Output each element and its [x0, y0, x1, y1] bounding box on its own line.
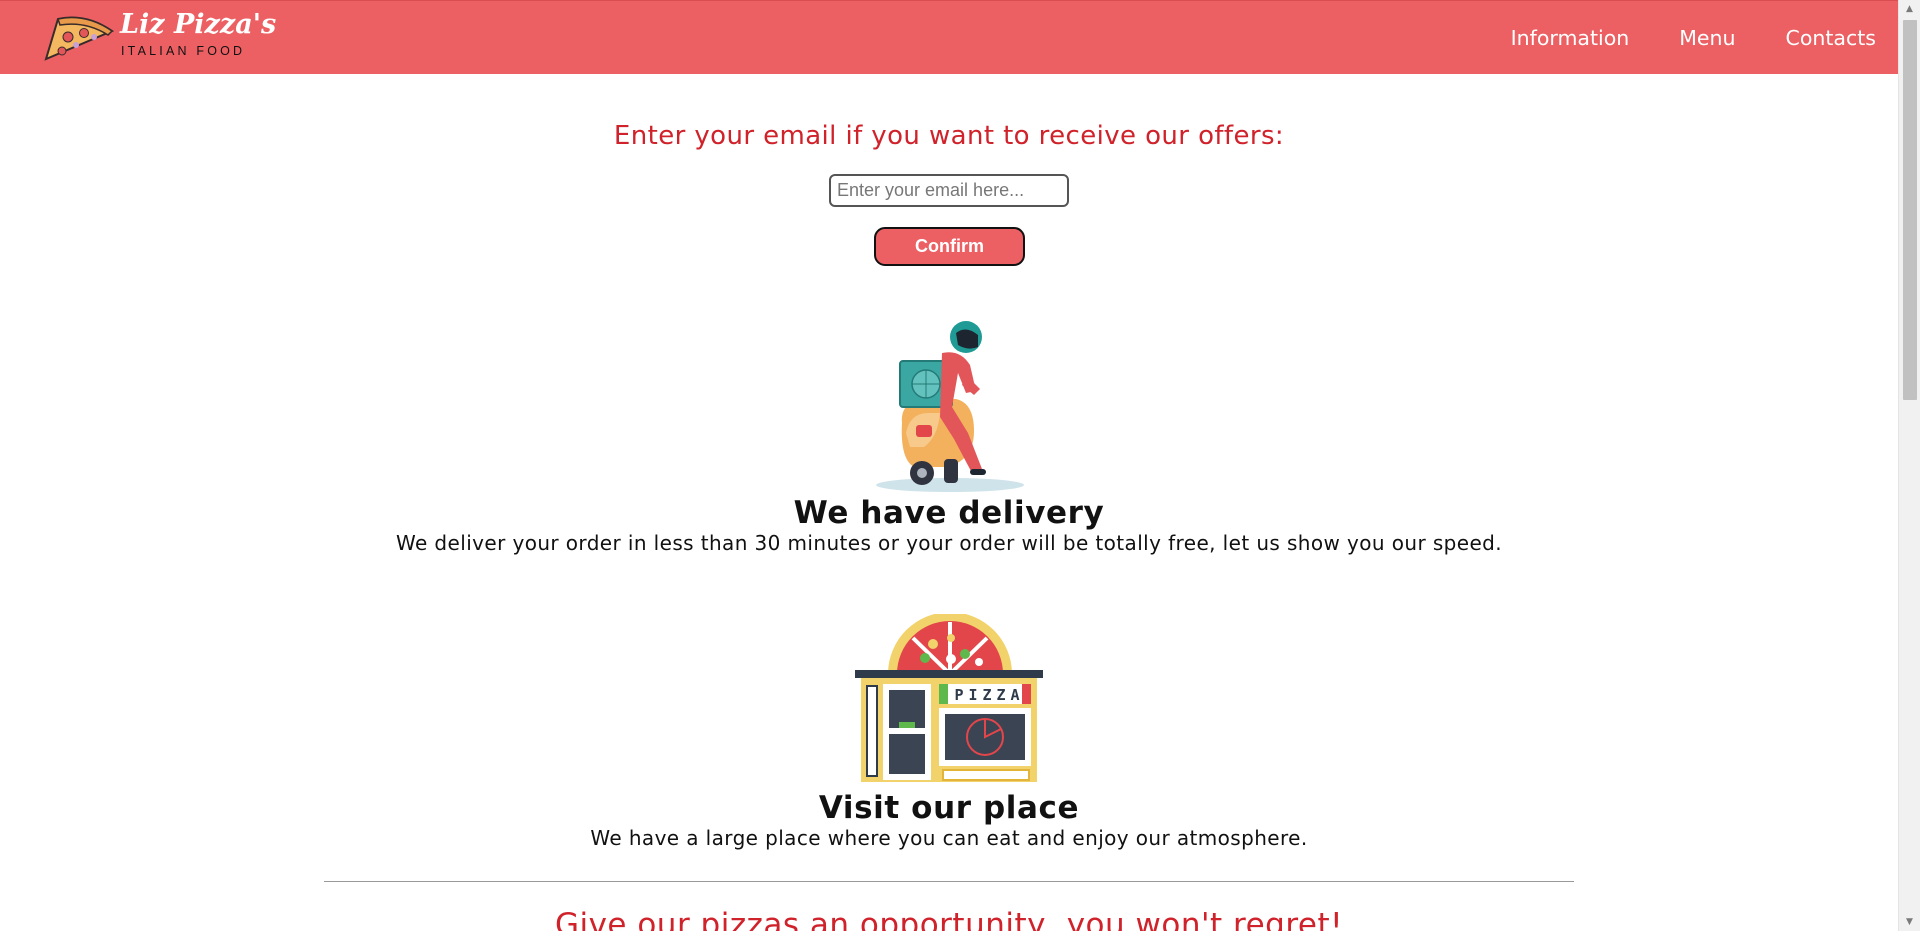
brand-logo[interactable]: Liz Pizza's ITALIAN FOOD — [42, 9, 276, 65]
email-input[interactable] — [829, 174, 1069, 207]
section-divider — [324, 881, 1574, 882]
main-nav: Information Menu Contacts — [1511, 1, 1876, 75]
place-title: Visit our place — [818, 790, 1080, 826]
page: Liz Pizza's ITALIAN FOOD Information Men… — [0, 0, 1898, 931]
confirm-button[interactable]: Confirm — [874, 227, 1025, 266]
sign-letter: A — [1010, 686, 1019, 704]
scroll-down-arrow-icon[interactable]: ▼ — [1899, 913, 1920, 931]
top-navigation-bar: Liz Pizza's ITALIAN FOOD Information Men… — [0, 0, 1898, 74]
nav-information-link[interactable]: Information — [1511, 26, 1630, 50]
offers-heading: Enter your email if you want to receive … — [613, 121, 1285, 151]
nav-menu-link[interactable]: Menu — [1679, 26, 1735, 50]
sign-letter: P — [954, 686, 963, 704]
logo-title: Liz Pizza's — [120, 9, 277, 40]
scrollbar-thumb[interactable] — [1903, 20, 1917, 400]
scroll-up-arrow-icon[interactable]: ▲ — [1899, 0, 1920, 18]
sign-letter: Z — [982, 686, 991, 704]
delivery-title: We have delivery — [793, 495, 1105, 531]
sign-letter: I — [968, 686, 977, 704]
pizzeria-storefront-illustration: P I Z Z A — [855, 614, 1043, 782]
delivery-text: We deliver your order in less than 30 mi… — [395, 531, 1503, 555]
sign-letter: Z — [996, 686, 1005, 704]
nav-contacts-link[interactable]: Contacts — [1786, 26, 1876, 50]
promo-heading: Give our pizzas an opportunity, you won'… — [554, 907, 1344, 931]
delivery-scooter-illustration — [876, 321, 1024, 492]
place-text: We have a large place where you can eat … — [590, 826, 1308, 850]
vertical-scrollbar[interactable]: ▲ ▼ — [1898, 0, 1920, 931]
logo-subtitle: ITALIAN FOOD — [121, 44, 246, 58]
pizza-slice-icon — [44, 16, 115, 61]
